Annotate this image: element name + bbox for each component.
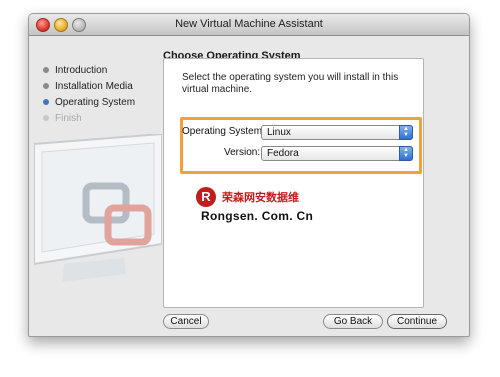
step-operating-system: Operating System	[43, 94, 135, 110]
step-label: Introduction	[55, 64, 108, 76]
rongsen-logo-icon: R	[196, 187, 216, 207]
step-installation-media: Installation Media	[43, 78, 135, 94]
popup-arrows-icon: ▲ ▼	[399, 125, 413, 140]
step-finish: Finish	[43, 110, 135, 126]
os-select-value: Linux	[267, 127, 291, 138]
content-panel: Select the operating system you will ins…	[163, 58, 424, 308]
go-back-button[interactable]: Go Back	[323, 314, 383, 329]
step-dot-icon	[43, 83, 49, 89]
step-label: Finish	[55, 112, 82, 124]
version-select-value: Fedora	[267, 148, 299, 159]
step-dot-disabled-icon	[43, 115, 49, 121]
os-label: Operating System:	[182, 126, 265, 137]
window-title: New Virtual Machine Assistant	[175, 18, 323, 30]
step-label: Operating System	[55, 96, 136, 108]
assistant-window: New Virtual Machine Assistant Introducti…	[28, 13, 470, 337]
watermark-chinese-text: 荣森网安数据维	[222, 192, 299, 204]
step-list: Introduction Installation Media Operatin…	[43, 62, 135, 126]
version-label: Version:	[224, 147, 261, 158]
vmware-monitor-icon	[34, 134, 162, 282]
instructions-text: Select the operating system you will ins…	[182, 72, 399, 95]
continue-button[interactable]: Continue	[387, 314, 447, 329]
step-introduction: Introduction	[43, 62, 135, 78]
os-select[interactable]: Linux ▲ ▼	[261, 125, 413, 140]
step-label: Installation Media	[55, 80, 133, 92]
popup-arrows-icon: ▲ ▼	[399, 146, 413, 161]
cancel-button[interactable]: Cancel	[163, 314, 209, 329]
version-select[interactable]: Fedora ▲ ▼	[261, 146, 413, 161]
watermark-english-text: Rongsen. Com. Cn	[201, 209, 314, 223]
step-dot-icon	[43, 67, 49, 73]
sidebar: Introduction Installation Media Operatin…	[29, 36, 163, 306]
title-bar: New Virtual Machine Assistant	[29, 14, 469, 36]
step-dot-current-icon	[43, 99, 49, 105]
